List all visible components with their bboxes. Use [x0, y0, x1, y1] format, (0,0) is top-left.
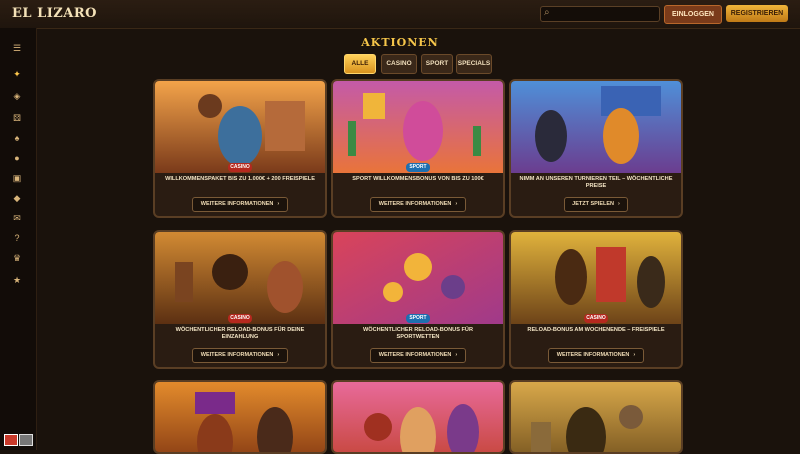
tab-sport[interactable]: SPORT — [421, 54, 453, 74]
promo-image — [155, 382, 325, 452]
chevron-right-icon: › — [277, 201, 280, 207]
table-icon[interactable]: ▣ — [10, 172, 24, 184]
more-info-button[interactable]: WEITERE INFORMATIONEN › — [370, 197, 466, 212]
more-info-button[interactable]: WEITERE INFORMATIONEN › — [370, 348, 466, 363]
category-badge: CASINO — [228, 314, 252, 323]
dice-icon[interactable]: ⚄ — [10, 112, 24, 124]
chevron-right-icon: › — [633, 352, 636, 358]
help-icon[interactable]: ? — [10, 232, 24, 244]
slots-icon[interactable]: ◈ — [10, 90, 24, 102]
promo-card: CASINO RELOAD-BONUS AM WOCHENENDE – FREI… — [509, 230, 683, 369]
site-logo[interactable]: EL LIZARO — [12, 6, 97, 21]
chat-icon[interactable]: ✉ — [10, 212, 24, 224]
play-now-button[interactable]: JETZT SPIELEN › — [564, 197, 628, 212]
page-title: AKTIONEN — [361, 36, 439, 49]
promo-card — [153, 380, 327, 454]
chevron-right-icon: › — [618, 201, 620, 207]
category-badge: SPORT — [406, 314, 430, 323]
category-badge: SPORT — [406, 163, 430, 172]
cards-icon[interactable]: ♠ — [10, 132, 24, 144]
more-info-button[interactable]: WEITERE INFORMATIONEN › — [192, 348, 288, 363]
promo-card: NIMM AN UNSEREN TURNIEREN TEIL – WÖCHENT… — [509, 79, 683, 218]
chevron-right-icon: › — [455, 201, 458, 207]
star-icon[interactable]: ★ — [10, 274, 24, 286]
category-badge: CASINO — [584, 314, 608, 323]
sidebar: ☰ ✦ ◈ ⚄ ♠ ● ▣ ◆ ✉ ? ♛ ★ — [0, 28, 37, 450]
search-icon: ⌕ — [544, 7, 550, 18]
tab-specials[interactable]: SPECIALS — [456, 54, 492, 74]
promo-image — [333, 382, 503, 452]
promo-card: CASINO WILLKOMMENSPAKET BIS ZU 1.000€ + … — [153, 79, 327, 218]
tab-casino[interactable]: CASINO — [381, 54, 417, 74]
promo-card: SPORT WÖCHENTLICHER RELOAD-BONUS FÜR SPO… — [331, 230, 505, 369]
promo-image — [511, 81, 681, 173]
more-info-button[interactable]: WEITERE INFORMATIONEN › — [192, 197, 288, 212]
chevron-right-icon: › — [277, 352, 280, 358]
search-box[interactable]: ⌕ — [540, 6, 660, 22]
more-info-button[interactable]: WEITERE INFORMATIONEN › — [548, 348, 644, 363]
promo-image — [155, 81, 325, 173]
promo-card: SPORT SPORT WILLKOMMENSBONUS VON BIS ZU … — [331, 79, 505, 218]
promo-description: SPORT WILLKOMMENSBONUS VON BIS ZU 100€ — [352, 176, 484, 182]
gift-icon[interactable]: ✦ — [10, 68, 24, 80]
promo-card — [331, 380, 505, 454]
search-input[interactable] — [555, 8, 655, 19]
promo-description: RELOAD-BONUS AM WOCHENENDE – FREISPIELE — [527, 327, 665, 333]
promo-image — [333, 81, 503, 173]
login-button[interactable]: EINLOGGEN — [664, 5, 722, 24]
jackpot-icon[interactable]: ◆ — [10, 192, 24, 204]
promo-description: WILLKOMMENSPAKET BIS ZU 1.000€ + 200 FRE… — [165, 176, 315, 182]
top-header: EL LIZARO ⌕ EINLOGGEN REGISTRIEREN — [0, 0, 800, 29]
promo-description: NIMM AN UNSEREN TURNIEREN TEIL – WÖCHENT… — [519, 176, 673, 189]
promo-card — [509, 380, 683, 454]
register-button[interactable]: REGISTRIEREN — [726, 5, 788, 22]
promo-card: CASINO WÖCHENTLICHER RELOAD-BONUS FÜR DE… — [153, 230, 327, 369]
chevron-right-icon: › — [455, 352, 458, 358]
promo-image — [511, 232, 681, 324]
trophy-icon[interactable]: ♛ — [10, 252, 24, 264]
promo-image — [333, 232, 503, 324]
category-badge: CASINO — [228, 163, 252, 172]
live-icon[interactable]: ● — [10, 152, 24, 164]
language-flag-icon[interactable] — [4, 434, 18, 446]
tab-alle[interactable]: ALLE — [344, 54, 376, 74]
promo-description: WÖCHENTLICHER RELOAD-BONUS FÜR SPORTWETT… — [362, 327, 473, 340]
promo-image — [511, 382, 681, 452]
promo-description: WÖCHENTLICHER RELOAD-BONUS FÜR DEINE EIN… — [175, 327, 305, 340]
settings-icon[interactable] — [19, 434, 33, 446]
promo-image — [155, 232, 325, 324]
